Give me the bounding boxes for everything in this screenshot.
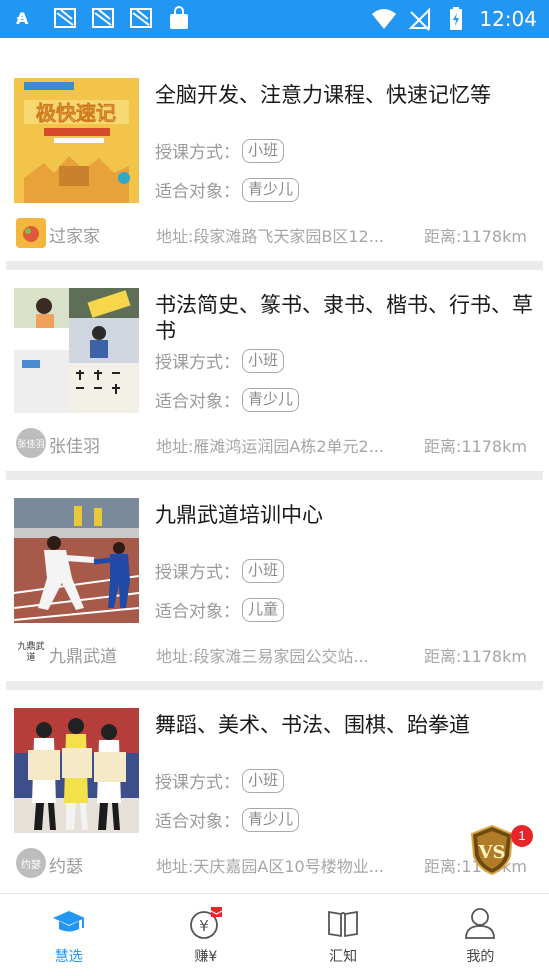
svg-text:¥: ¥ bbox=[199, 917, 209, 935]
money-bag-icon: ¥ bbox=[189, 907, 223, 939]
user-icon bbox=[465, 908, 496, 939]
clock: 12:04 bbox=[479, 7, 537, 31]
divider bbox=[6, 261, 543, 270]
tab-label: 赚¥ bbox=[194, 949, 218, 965]
target-audience-row: 适合对象： 青少儿 bbox=[155, 387, 300, 412]
teaching-mode-tag: 小班 bbox=[242, 558, 285, 583]
teaching-mode-label: 授课方式： bbox=[155, 143, 240, 163]
wifi-icon bbox=[372, 9, 397, 29]
target-audience-label: 适合对象： bbox=[155, 812, 240, 832]
teaching-mode-label: 授课方式： bbox=[155, 773, 240, 793]
target-audience-tag: 儿童 bbox=[242, 597, 285, 622]
list-item[interactable]: 舞蹈、美术、书法、围棋、跆拳道 授课方式： 小班 适合对象： 青少儿 约瑟 约瑟… bbox=[0, 690, 549, 900]
teaching-mode-tag: 小班 bbox=[242, 348, 285, 373]
vs-floating-button[interactable]: VS bbox=[468, 824, 516, 876]
avatar: 张佳羽 bbox=[16, 428, 46, 458]
target-audience-label: 适合对象： bbox=[155, 392, 240, 412]
course-thumbnail bbox=[14, 288, 139, 413]
vs-shield-icon: VS bbox=[470, 824, 514, 876]
target-audience-row: 适合对象： 青少儿 bbox=[155, 177, 300, 202]
tab-huixuan[interactable]: 慧选 bbox=[0, 894, 137, 976]
course-thumbnail bbox=[14, 498, 139, 623]
course-title: 书法简史、篆书、隶书、楷书、行书、草书 bbox=[155, 293, 533, 343]
organization-name: 九鼎武道 bbox=[49, 647, 117, 667]
course-title: 舞蹈、美术、书法、围棋、跆拳道 bbox=[155, 713, 470, 737]
target-audience-tag: 青少儿 bbox=[242, 177, 300, 202]
divider bbox=[6, 471, 543, 480]
teaching-mode-label: 授课方式： bbox=[155, 563, 240, 583]
distance: 距离:1178km bbox=[424, 437, 527, 456]
list-item[interactable]: 极快速记 全脑开发、注意力课程、快速记忆等 授课方式： 小班 适合对象： 青少儿… bbox=[0, 60, 549, 270]
list-item[interactable]: 书法简史、篆书、隶书、楷书、行书、草书 授课方式： 小班 适合对象： 青少儿 张… bbox=[0, 270, 549, 480]
distance: 距离:1178km bbox=[424, 647, 527, 666]
organization-name: 过家家 bbox=[49, 227, 100, 247]
teaching-mode-row: 授课方式： 小班 bbox=[155, 558, 285, 583]
image-notification-icon bbox=[92, 8, 114, 28]
address: 地址:段家滩三易家园公交站... bbox=[156, 647, 369, 666]
organization-name: 张佳羽 bbox=[49, 437, 100, 457]
teaching-mode-tag: 小班 bbox=[242, 138, 285, 163]
course-thumbnail: 极快速记 bbox=[14, 78, 139, 203]
address: 地址:雁滩鸿运润园A栋2单元2... bbox=[156, 437, 384, 456]
open-book-icon bbox=[328, 910, 359, 938]
svg-text:VS: VS bbox=[478, 842, 506, 863]
tab-huizhi[interactable]: 汇知 bbox=[275, 894, 412, 976]
teaching-mode-tag: 小班 bbox=[242, 768, 285, 793]
target-audience-label: 适合对象： bbox=[155, 602, 240, 622]
tab-mine[interactable]: 我的 bbox=[412, 894, 549, 976]
address: 地址:天庆嘉园A区10号楼物业... bbox=[156, 857, 384, 876]
tab-label: 我的 bbox=[466, 949, 495, 965]
target-audience-row: 适合对象： 青少儿 bbox=[155, 807, 300, 832]
teaching-mode-row: 授课方式： 小班 bbox=[155, 768, 285, 793]
course-title: 全脑开发、注意力课程、快速记忆等 bbox=[155, 83, 491, 107]
divider bbox=[6, 681, 543, 690]
teaching-mode-label: 授课方式： bbox=[155, 353, 240, 373]
target-audience-label: 适合对象： bbox=[155, 182, 240, 202]
status-bar: A 12:04 bbox=[0, 0, 549, 38]
shopping-bag-icon bbox=[170, 6, 188, 29]
tab-earn[interactable]: ¥ 赚¥ bbox=[137, 894, 274, 976]
target-audience-row: 适合对象： 儿童 bbox=[155, 597, 285, 622]
address: 地址:段家滩路飞天家园B区12... bbox=[156, 227, 384, 246]
image-notification-icon bbox=[54, 8, 76, 28]
target-audience-tag: 青少儿 bbox=[242, 807, 300, 832]
tab-label: 慧选 bbox=[54, 949, 83, 965]
thumbnail-text: 极快速记 bbox=[36, 101, 116, 125]
cropped-previous-row bbox=[0, 38, 549, 44]
distance: 距离:1178km bbox=[424, 227, 527, 246]
avatar: 九鼎武道 bbox=[16, 638, 46, 668]
app-notification-icon: A bbox=[16, 9, 29, 28]
course-thumbnail bbox=[14, 708, 139, 833]
bottom-navigation: 慧选 ¥ 赚¥ 汇知 我的 bbox=[0, 893, 549, 976]
notification-badge: 1 bbox=[511, 825, 533, 847]
image-notification-icon bbox=[130, 8, 152, 28]
organization-name: 约瑟 bbox=[49, 857, 83, 877]
course-title: 九鼎武道培训中心 bbox=[155, 503, 323, 527]
target-audience-tag: 青少儿 bbox=[242, 387, 300, 412]
graduation-cap-icon bbox=[52, 911, 85, 932]
battery-charging-icon bbox=[450, 7, 463, 30]
avatar: 约瑟 bbox=[16, 848, 46, 878]
teaching-mode-row: 授课方式： 小班 bbox=[155, 138, 285, 163]
avatar bbox=[16, 218, 46, 248]
teaching-mode-row: 授课方式： 小班 bbox=[155, 348, 285, 373]
list-item[interactable]: 九鼎武道培训中心 授课方式： 小班 适合对象： 儿童 九鼎武道 九鼎武道 地址:… bbox=[0, 480, 549, 690]
tab-label: 汇知 bbox=[329, 949, 358, 965]
no-signal-icon bbox=[408, 7, 431, 31]
